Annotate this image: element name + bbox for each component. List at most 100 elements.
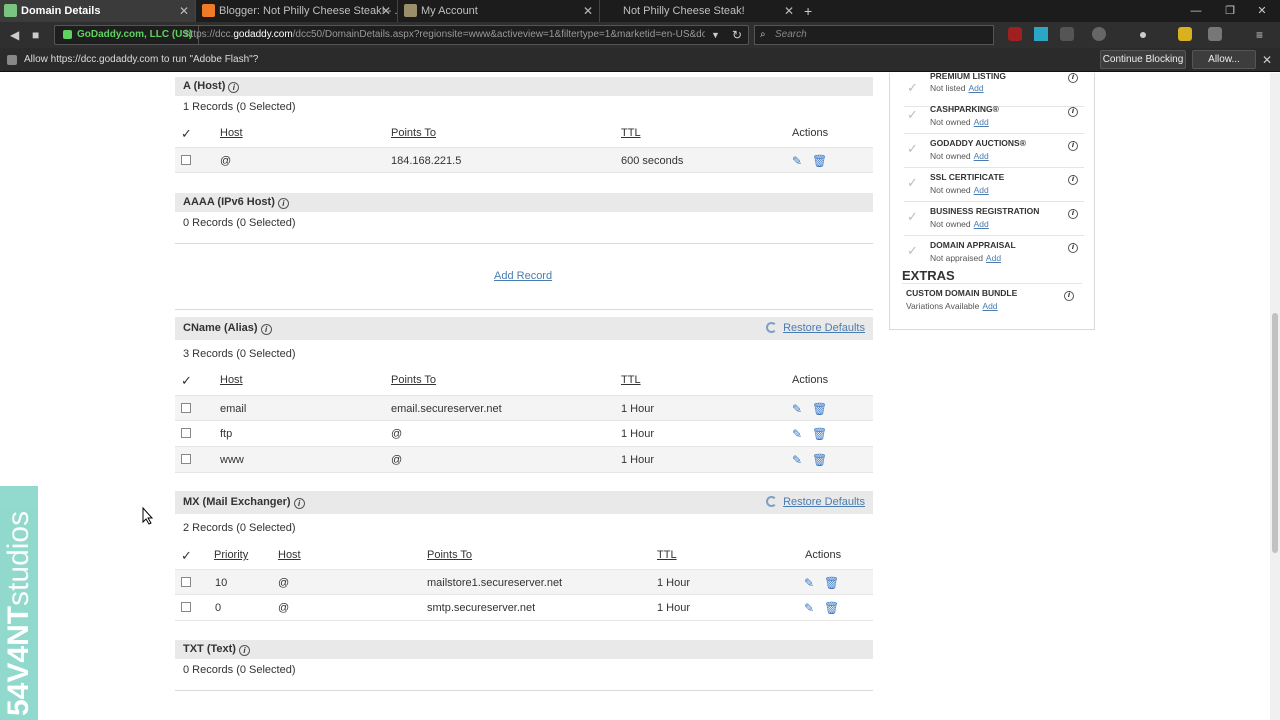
tab-blogger[interactable]: Blogger: Not Philly Cheese Steak! - ... … [198,0,398,22]
library-icon[interactable] [1208,27,1222,41]
add-link[interactable]: Add [986,253,1001,263]
restore-defaults-link[interactable]: Restore Defaults [766,491,865,514]
tab-domain-details[interactable]: Domain Details ✕ [0,0,196,22]
row-points-to: @ [391,454,403,466]
col-host[interactable]: Host [278,549,301,561]
row-checkbox[interactable] [181,155,191,165]
reload-icon[interactable]: ↻ [732,22,742,48]
sync-icon[interactable] [1092,27,1106,41]
add-link[interactable]: Add [974,117,989,127]
continue-blocking-button[interactable]: Continue Blocking [1100,50,1186,69]
scrollbar[interactable] [1270,73,1280,720]
sidebar-item-cashparking: ✓ CASHPARKING® Not owned Add i [904,100,1084,134]
info-icon[interactable]: i [1064,291,1074,301]
info-icon[interactable]: i [293,498,305,509]
col-ttl[interactable]: TTL [621,127,641,139]
extension-icon[interactable] [1060,27,1074,41]
edit-icon[interactable]: ✎ [804,570,814,596]
url-dropdown-icon[interactable]: ▼ [711,26,720,44]
item-status: Not owned [930,117,971,127]
row-checkbox[interactable] [181,403,191,413]
search-icon: ⌕ [760,29,766,40]
col-host[interactable]: Host [220,127,243,139]
info-icon[interactable]: i [260,324,272,335]
menu-icon[interactable]: ≡ [1256,22,1263,48]
restore-defaults-link[interactable]: Restore Defaults [766,317,865,340]
item-status: Not owned [930,219,971,229]
delete-icon[interactable]: 🗑 [812,421,827,447]
dot-icon[interactable] [1140,32,1146,38]
add-link[interactable]: Add [968,83,983,93]
edit-icon[interactable]: ✎ [792,396,802,422]
add-link[interactable]: Add [982,301,997,311]
record-count: 0 Records (0 Selected) [183,217,296,229]
col-ttl[interactable]: TTL [621,374,641,386]
info-icon[interactable]: i [1068,209,1078,219]
info-icon[interactable]: i [1068,141,1078,151]
tab-my-account[interactable]: My Account ✕ [400,0,600,22]
ublock-icon[interactable] [1008,27,1022,41]
close-tab-icon[interactable]: ✕ [784,0,794,22]
restore-window-icon[interactable]: ❐ [1212,0,1248,22]
info-icon[interactable]: i [238,645,250,656]
col-points-to[interactable]: Points To [427,549,472,561]
home-icon[interactable]: ■ [32,22,39,48]
info-icon[interactable]: i [1068,107,1078,117]
col-priority[interactable]: Priority [214,549,248,561]
scrollbar-thumb[interactable] [1272,313,1278,553]
new-tab-icon[interactable]: + [804,0,812,22]
site-identity[interactable]: GoDaddy.com, LLC (US) [55,26,200,44]
row-checkbox[interactable] [181,577,191,587]
col-points-to[interactable]: Points To [391,374,436,386]
close-window-icon[interactable]: ✕ [1244,0,1280,22]
row-checkbox[interactable] [181,454,191,464]
divider [175,309,873,310]
tab-label: Blogger: Not Philly Cheese Steak! - ... [219,5,398,17]
minimize-icon[interactable]: — [1178,0,1214,22]
info-icon[interactable]: i [1068,73,1078,83]
edit-icon[interactable]: ✎ [792,148,802,174]
col-points-to[interactable]: Points To [391,127,436,139]
edit-icon[interactable]: ✎ [804,595,814,621]
close-tab-icon[interactable]: ✕ [381,0,391,22]
row-points-to: 184.168.221.5 [391,155,462,167]
select-all-check-icon[interactable]: ✓ [181,126,192,142]
download-icon[interactable] [1034,27,1048,41]
close-tab-icon[interactable]: ✕ [583,0,593,22]
search-input[interactable]: ⌕ Search [754,25,994,45]
delete-icon[interactable]: 🗑 [812,396,827,422]
domain-services-sidebar: ✓ PREMIUM LISTING Not listed Add i ✓ CASH… [889,73,1095,330]
url-text[interactable]: https://dcc.godaddy.com/dcc50/DomainDeta… [185,26,705,44]
notification-extension-icon[interactable] [1178,27,1192,41]
add-link[interactable]: Add [974,219,989,229]
row-checkbox[interactable] [181,602,191,612]
close-tab-icon[interactable]: ✕ [179,0,189,22]
delete-icon[interactable]: 🗑 [812,447,827,473]
delete-icon[interactable]: 🗑 [824,570,839,596]
delete-icon[interactable]: 🗑 [824,595,839,621]
col-ttl[interactable]: TTL [657,549,677,561]
row-host: www [220,454,244,466]
allow-button[interactable]: Allow... [1192,50,1256,69]
close-icon[interactable]: ✕ [1262,48,1272,72]
row-checkbox[interactable] [181,428,191,438]
info-icon[interactable]: i [1068,243,1078,253]
delete-icon[interactable]: 🗑 [812,148,827,174]
info-icon[interactable]: i [228,82,240,93]
row-ttl: 1 Hour [657,577,691,589]
info-icon[interactable]: i [1068,175,1078,185]
info-icon[interactable]: i [277,198,289,209]
row-host: ftp [220,428,233,440]
select-all-check-icon[interactable]: ✓ [181,373,192,389]
col-host[interactable]: Host [220,374,243,386]
back-icon[interactable]: ◀ [10,22,19,48]
add-link[interactable]: Add [974,185,989,195]
edit-icon[interactable]: ✎ [792,421,802,447]
edit-icon[interactable]: ✎ [792,447,802,473]
select-all-check-icon[interactable]: ✓ [181,548,192,564]
add-record-link[interactable]: Add Record [494,270,552,282]
restore-label: Restore Defaults [783,322,865,334]
add-link[interactable]: Add [974,151,989,161]
tab-not-philly[interactable]: Not Philly Cheese Steak! ✕ [602,0,800,22]
url-bar[interactable]: GoDaddy.com, LLC (US) https://dcc.godadd… [54,25,749,45]
